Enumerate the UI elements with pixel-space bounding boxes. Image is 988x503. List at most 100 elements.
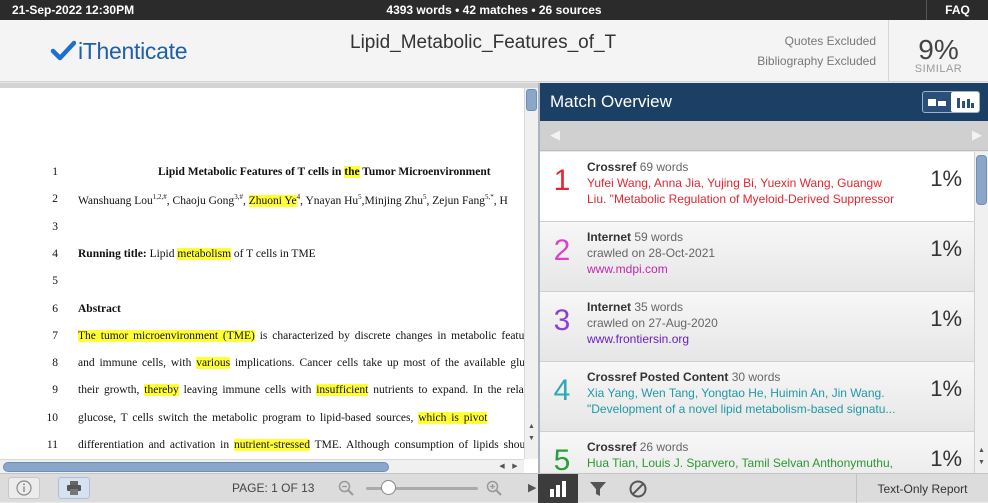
- document-viewer[interactable]: 1 Lipid Metabolic Features of T cells in …: [0, 83, 538, 473]
- line-text: their growth, thereby leaving immune cel…: [78, 384, 524, 397]
- scroll-left-icon[interactable]: ◀: [496, 460, 508, 473]
- quotes-excluded[interactable]: Quotes Excluded: [757, 31, 876, 51]
- word-count: 69 words: [639, 160, 689, 174]
- match-detail: Hua Tian, Louis J. Sparvero, Tamil Selva…: [587, 456, 893, 470]
- match-highlight[interactable]: various: [196, 357, 231, 370]
- document-scroll-thumb[interactable]: [526, 89, 537, 111]
- text-run: and immune cells, with: [78, 357, 197, 370]
- list-view-button[interactable]: [923, 92, 951, 112]
- scroll-down-icon[interactable]: ▼: [525, 433, 538, 445]
- scroll-up-icon[interactable]: ▲: [525, 421, 538, 433]
- exclusion-settings: Quotes Excluded Bibliography Excluded: [757, 31, 876, 71]
- match-link[interactable]: "Development of a novel lipid metabolism…: [587, 402, 897, 416]
- previous-match-icon[interactable]: ◀: [550, 127, 560, 143]
- zoom-out-icon[interactable]: [338, 480, 354, 496]
- match-highlight[interactable]: nutrient-stressed: [233, 439, 310, 451]
- match-list-scroll-thumb[interactable]: [976, 155, 987, 205]
- next-match-icon[interactable]: ▶: [972, 127, 982, 143]
- document-line: 6 Abstract: [0, 303, 524, 321]
- line-number: 10: [46, 411, 59, 424]
- collapse-panel-icon[interactable]: ▶: [528, 481, 536, 494]
- match-link[interactable]: www.frontiersin.org: [587, 332, 897, 346]
- match-item[interactable]: 2 Internet 59 words crawled on 28-Oct-2021…: [540, 222, 974, 292]
- line-number: 11: [46, 439, 58, 451]
- bibliography-excluded[interactable]: Bibliography Excluded: [757, 51, 876, 71]
- match-item[interactable]: 4 Crossref Posted Content 30 words Xia Yan…: [540, 362, 974, 432]
- match-percent: 1%: [930, 306, 962, 331]
- zoom-in-icon[interactable]: [486, 480, 502, 496]
- match-highlight[interactable]: insufficient: [316, 384, 369, 397]
- scroll-right-icon[interactable]: ▶: [509, 460, 521, 473]
- match-percent: 1%: [930, 166, 962, 191]
- filter-icon: [590, 481, 606, 496]
- scroll-down-icon[interactable]: ▼: [975, 457, 988, 469]
- document-line: 10 glucose, T cells switch the metabolic …: [0, 411, 524, 430]
- document-line: 2 Wanshuang Lou1,2,#, Chaoju Gong3,#, Zhu…: [0, 193, 524, 211]
- similarity-percent: 9%: [918, 34, 959, 65]
- text-run: of T cells in TME: [231, 247, 316, 260]
- match-highlight[interactable]: Zhuoni Ye: [248, 195, 297, 208]
- bar-view-button[interactable]: [951, 92, 979, 112]
- zoom-slider[interactable]: [338, 478, 506, 498]
- line-number: 9: [52, 384, 58, 397]
- line-text: differentiation and activation in nutrie…: [78, 439, 524, 451]
- match-detail: Xia Yang, Wen Tang, Yongtao He, Huimin A…: [587, 386, 885, 400]
- text-run: implications. Cancer cells take up most …: [230, 357, 524, 370]
- zoom-handle[interactable]: [380, 480, 396, 495]
- line-number: 5: [52, 275, 58, 288]
- document-hscroll-thumb[interactable]: [3, 462, 389, 472]
- match-highlight[interactable]: metabolism: [177, 247, 232, 260]
- document-horizontal-scrollbar[interactable]: ◀ ▶: [0, 459, 524, 473]
- scroll-up-icon[interactable]: ▲: [975, 445, 988, 457]
- match-rank: 1: [553, 164, 571, 197]
- match-item[interactable]: 1 Crossref 69 words Yufei Wang, Anna Jia, …: [540, 152, 974, 222]
- match-link[interactable]: Liu. "Metabolic Regulation of Myeloid-De…: [587, 192, 897, 206]
- tab-match-overview[interactable]: [538, 474, 578, 503]
- match-link[interactable]: www.mdpi.com: [587, 262, 897, 276]
- match-detail: crawled on 28-Oct-2021: [587, 246, 716, 260]
- bold-text: Abstract: [78, 302, 121, 315]
- printer-icon: [67, 481, 81, 495]
- match-rank: 3: [553, 304, 571, 337]
- match-detail: crawled on 27-Aug-2020: [587, 316, 718, 330]
- match-source: Internet 59 words: [587, 230, 683, 244]
- match-rank: 5: [553, 444, 571, 473]
- document-line: 9 their growth, thereby leaving immune ce…: [0, 384, 524, 402]
- match-item[interactable]: 3 Internet 35 words crawled on 27-Aug-2020…: [540, 292, 974, 362]
- text-run: , Chaoju Gong: [166, 195, 235, 208]
- text-run: is characterized by discrete changes in …: [254, 329, 524, 342]
- match-highlight[interactable]: The tumor microenvironment (TME): [78, 329, 255, 342]
- info-icon: [16, 480, 32, 496]
- info-button[interactable]: [8, 477, 40, 499]
- document-line: 4 Running title: Lipid metabolism of T ce…: [0, 247, 524, 266]
- line-text: Abstract: [78, 303, 121, 315]
- text-run: TME. Although consumption of lipids shou…: [309, 439, 524, 451]
- view-toggle[interactable]: [922, 91, 980, 113]
- document-line: 3: [0, 221, 524, 239]
- match-highlight[interactable]: the: [344, 166, 360, 178]
- match-list-scrollbar[interactable]: ▲ ▼: [974, 152, 988, 473]
- tab-filter[interactable]: [578, 474, 618, 503]
- match-navigation: ◀ ▶: [540, 121, 988, 151]
- source-type: Crossref: [587, 160, 637, 174]
- list-view-icon: [928, 99, 946, 106]
- match-highlight[interactable]: thereby: [144, 384, 179, 397]
- header: iThenticate Lipid_Metabolic_Features_of_…: [0, 20, 988, 82]
- match-rank: 4: [553, 374, 571, 407]
- match-highlight[interactable]: which is pivot: [418, 411, 488, 424]
- text-run: differentiation and activation in: [78, 439, 234, 451]
- affiliation-superscript: 1,2,#: [152, 193, 167, 202]
- text-run: ,: [242, 195, 249, 208]
- match-source: Crossref Posted Content 30 words: [587, 370, 780, 384]
- source-type: Crossref Posted Content: [587, 370, 729, 384]
- print-button[interactable]: [58, 477, 90, 499]
- text-only-report-button[interactable]: Text-Only Report: [856, 474, 988, 503]
- checkmark-icon: [50, 40, 76, 61]
- document-vertical-scrollbar[interactable]: ▲ ▼: [524, 88, 538, 459]
- text-run: glucose, T cells switch the metabolic pr…: [78, 411, 419, 424]
- faq-link[interactable]: FAQ: [926, 0, 988, 20]
- tab-exclusions[interactable]: [618, 474, 658, 503]
- match-item[interactable]: 5 Crossref 26 words Hua Tian, Louis J. Spa…: [540, 432, 974, 473]
- text-run: leaving immune cells with: [178, 384, 317, 397]
- document-line: 1 Lipid Metabolic Features of T cells in …: [0, 166, 524, 184]
